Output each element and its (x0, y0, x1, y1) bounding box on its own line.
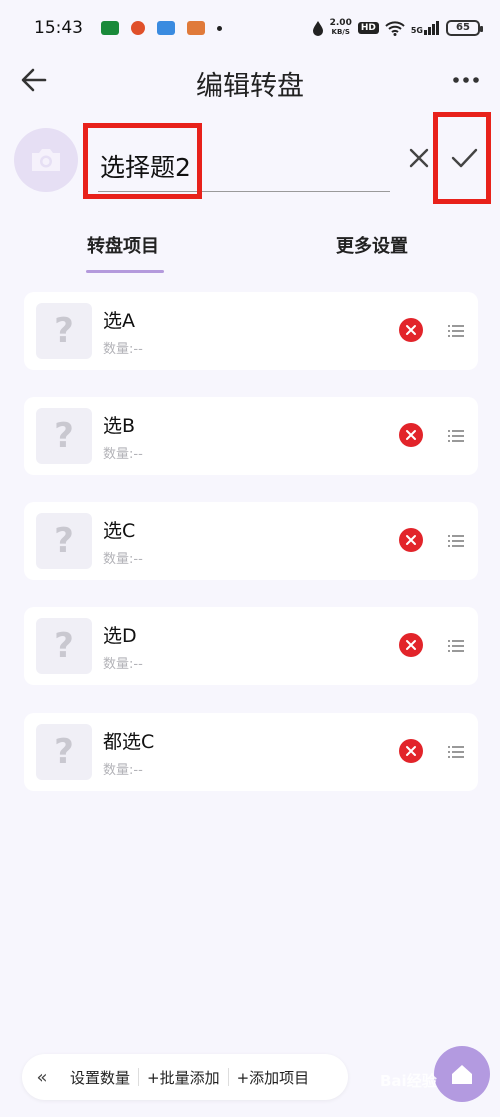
item-label: 选D (103, 625, 137, 647)
item-label: 选C (103, 520, 136, 542)
avatar-upload-button[interactable] (14, 128, 78, 192)
app-notification-icon (187, 21, 205, 35)
delete-icon[interactable] (399, 528, 423, 552)
net-speed-unit: KB/S (331, 28, 350, 36)
list-item[interactable]: ? 选A 数量:-- (24, 292, 478, 370)
delete-icon[interactable] (399, 423, 423, 447)
item-label: 选A (103, 310, 135, 332)
signal-icon (424, 21, 439, 35)
check-icon[interactable] (446, 140, 482, 176)
status-bar: 15:43 2.00 KB/S HD 5G 65 (0, 0, 500, 56)
drag-handle-icon[interactable] (448, 534, 464, 548)
hd-badge: HD (357, 22, 379, 34)
active-tab-indicator (86, 270, 164, 273)
app-notification-icon (101, 21, 119, 35)
item-image-placeholder[interactable]: ? (36, 303, 92, 359)
signal-label: 5G (410, 26, 423, 35)
close-icon[interactable] (404, 143, 434, 173)
tab-more-settings[interactable]: 更多设置 (336, 232, 408, 258)
net-speed-value: 2.00 (329, 18, 352, 28)
app-notification-icon (131, 21, 145, 35)
batch-add-button[interactable]: +批量添加 (139, 1067, 228, 1088)
data-saver-icon (312, 21, 323, 36)
watermark: Bai经验 (380, 1072, 437, 1090)
item-label: 都选C (103, 731, 155, 753)
drag-handle-icon[interactable] (448, 745, 464, 759)
more-notifications-dot (217, 25, 222, 31)
net-speed: 2.00 KB/S (330, 19, 352, 37)
battery-icon: 65 (446, 20, 483, 36)
item-image-placeholder[interactable]: ? (36, 513, 92, 569)
add-item-button[interactable]: +添加项目 (229, 1067, 318, 1088)
wheel-preview-button[interactable] (434, 1046, 490, 1102)
item-image-placeholder[interactable]: ? (36, 724, 92, 780)
list-item[interactable]: ? 都选C 数量:-- (24, 713, 478, 791)
more-dots-icon[interactable] (452, 72, 480, 88)
list-item[interactable]: ? 选B 数量:-- (24, 397, 478, 475)
drag-handle-icon[interactable] (448, 324, 464, 338)
drag-handle-icon[interactable] (448, 639, 464, 653)
bottom-action-bar: « 设置数量 +批量添加 +添加项目 (22, 1054, 348, 1100)
app-notification-icon (157, 21, 175, 35)
status-time: 15:43 (34, 18, 83, 38)
item-quantity: 数量:-- (103, 447, 143, 462)
item-quantity: 数量:-- (103, 763, 143, 778)
wheel-name-input[interactable] (98, 140, 390, 192)
page-title: 编辑转盘 (196, 71, 304, 102)
tab-wheel-items[interactable]: 转盘项目 (87, 232, 159, 258)
set-quantity-button[interactable]: 设置数量 (62, 1067, 138, 1088)
wifi-icon (385, 21, 405, 36)
list-item[interactable]: ? 选C 数量:-- (24, 502, 478, 580)
item-quantity: 数量:-- (103, 342, 143, 357)
home-icon (452, 1065, 472, 1084)
collapse-button[interactable]: « (22, 1067, 62, 1088)
item-image-placeholder[interactable]: ? (36, 618, 92, 674)
item-quantity: 数量:-- (103, 552, 143, 567)
item-quantity: 数量:-- (103, 657, 143, 672)
list-item[interactable]: ? 选D 数量:-- (24, 607, 478, 685)
item-image-placeholder[interactable]: ? (36, 408, 92, 464)
drag-handle-icon[interactable] (448, 429, 464, 443)
delete-icon[interactable] (399, 633, 423, 657)
delete-icon[interactable] (399, 318, 423, 342)
item-label: 选B (103, 415, 136, 437)
camera-icon (32, 149, 60, 171)
delete-icon[interactable] (399, 739, 423, 763)
app-header: 编辑转盘 (0, 56, 500, 108)
